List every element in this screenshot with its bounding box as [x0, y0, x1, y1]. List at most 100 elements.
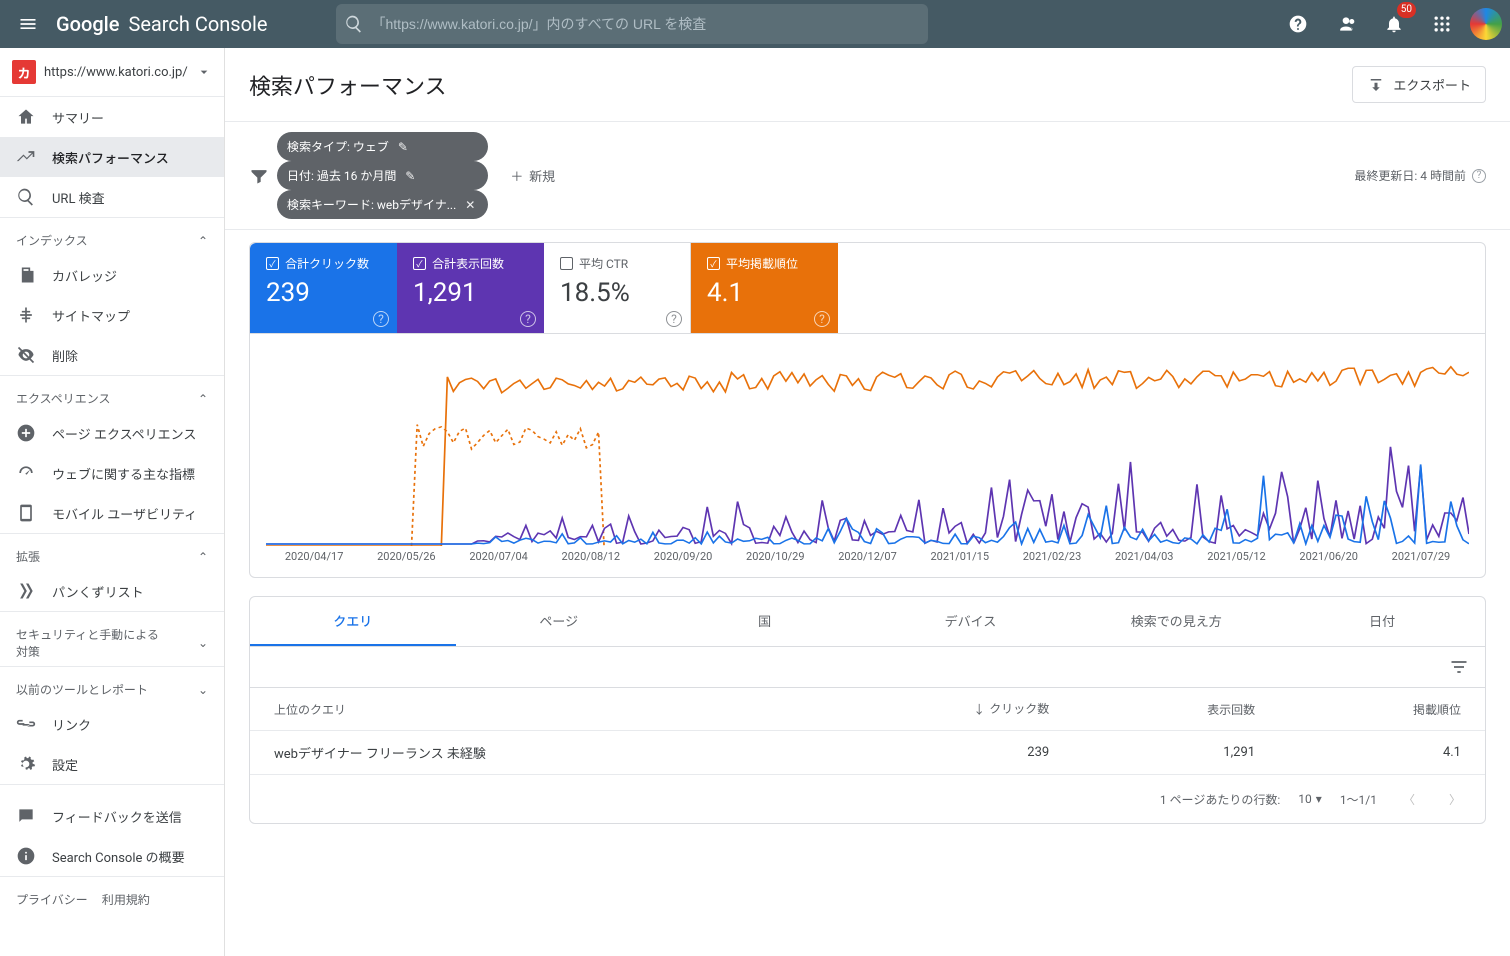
next-page-button[interactable]: 〉: [1441, 785, 1469, 813]
account-avatar[interactable]: [1470, 8, 1502, 40]
metric-checkbox[interactable]: [413, 257, 426, 270]
sidebar-item[interactable]: URL 検査: [0, 177, 224, 217]
export-label: エクスポート: [1393, 75, 1471, 94]
sidebar-item-label: 検索パフォーマンス: [52, 148, 169, 167]
url-inspect-searchbar[interactable]: [336, 4, 928, 44]
sidebar-item[interactable]: ページ エクスペリエンス: [0, 413, 224, 453]
sidebar-item-label: フィードバックを送信: [52, 807, 182, 826]
chip-label: 検索タイプ: ウェブ: [287, 138, 389, 155]
notif-badge: 50: [1397, 2, 1416, 18]
metric-card[interactable]: 平均掲載順位4.1?: [691, 243, 838, 333]
section-legacy[interactable]: 以前のツールとレポート⌄: [0, 666, 224, 704]
x-tick: 2020/04/17: [268, 550, 360, 563]
terms-link[interactable]: 利用規約: [102, 891, 150, 908]
col-clicks[interactable]: ↓クリック数: [807, 688, 1073, 731]
add-filter-button[interactable]: ＋新規: [502, 160, 563, 191]
help-icon[interactable]: ?: [1472, 169, 1486, 183]
sidebar-item-label: Search Console の概要: [52, 847, 185, 866]
close-icon[interactable]: ✕: [462, 197, 478, 213]
section-security[interactable]: セキュリティと手動による対策⌄: [0, 611, 224, 666]
section-index[interactable]: インデックス⌃: [0, 217, 224, 255]
filter-icon[interactable]: [249, 166, 269, 186]
performance-chart[interactable]: [266, 346, 1469, 546]
dimension-tabs: クエリページ国デバイス検索での見え方日付: [250, 597, 1485, 647]
sidebar-item[interactable]: 削除: [0, 335, 224, 375]
help-icon[interactable]: [1278, 4, 1318, 44]
plus-icon: ＋: [510, 166, 523, 185]
table-filter-icon[interactable]: [1449, 657, 1469, 677]
sidebar-item[interactable]: 検索パフォーマンス: [0, 137, 224, 177]
metric-checkbox[interactable]: [266, 257, 279, 270]
x-tick: 2021/04/03: [1098, 550, 1190, 563]
metric-checkbox[interactable]: [560, 257, 573, 270]
dimension-tab[interactable]: 日付: [1279, 597, 1485, 646]
info-icon: [16, 846, 36, 866]
hamburger-icon[interactable]: [8, 4, 48, 44]
filter-chip[interactable]: 検索キーワード: webデザイナ... ✕: [277, 190, 488, 219]
x-tick: 2021/05/12: [1190, 550, 1282, 563]
edit-icon[interactable]: ✎: [402, 168, 418, 184]
cell-clicks: 239: [807, 731, 1073, 775]
filter-chip[interactable]: 日付: 過去 16 か月間✎: [277, 161, 488, 190]
x-tick: 2021/01/15: [914, 550, 1006, 563]
url-inspect-input[interactable]: [364, 16, 920, 32]
privacy-link[interactable]: プライバシー: [16, 891, 88, 908]
property-url: https://www.katori.co.jp/: [44, 65, 188, 80]
sidebar-item[interactable]: リンク: [0, 704, 224, 744]
metric-card[interactable]: 平均 CTR18.5%?: [544, 243, 691, 333]
filter-chip[interactable]: 検索タイプ: ウェブ ✎: [277, 132, 488, 161]
help-icon[interactable]: ?: [373, 311, 389, 327]
dimension-tab[interactable]: クエリ: [250, 597, 456, 646]
help-icon[interactable]: ?: [814, 311, 830, 327]
sidebar-item[interactable]: ウェブに関する主な指標: [0, 453, 224, 493]
sidebar-item[interactable]: フィードバックを送信: [0, 796, 224, 836]
x-tick: 2020/05/26: [360, 550, 452, 563]
sidebar-item-label: 設定: [52, 755, 78, 774]
dimension-tab[interactable]: ページ: [456, 597, 662, 646]
sidebar-item[interactable]: カバレッジ: [0, 255, 224, 295]
section-experience[interactable]: エクスペリエンス⌃: [0, 375, 224, 413]
download-icon: [1367, 76, 1385, 94]
metric-checkbox[interactable]: [707, 257, 720, 270]
dimension-tab[interactable]: 検索での見え方: [1073, 597, 1279, 646]
col-query[interactable]: 上位のクエリ: [250, 688, 807, 731]
property-selector[interactable]: カ https://www.katori.co.jp/: [0, 48, 224, 97]
metric-card[interactable]: 合計表示回数1,291?: [397, 243, 544, 333]
app-header: Google Search Console 50: [0, 0, 1510, 48]
search-icon: [16, 187, 36, 207]
help-icon[interactable]: ?: [520, 311, 536, 327]
dimension-card: クエリページ国デバイス検索での見え方日付 上位のクエリ ↓クリック数 表示回数 …: [249, 596, 1486, 824]
section-security-label: セキュリティと手動による対策: [16, 626, 166, 660]
export-button[interactable]: エクスポート: [1352, 66, 1486, 103]
chip-label: 検索キーワード: webデザイナ...: [287, 196, 456, 213]
col-position[interactable]: 掲載順位: [1279, 688, 1485, 731]
prev-page-button[interactable]: 〈: [1395, 785, 1423, 813]
help-icon[interactable]: ?: [666, 311, 682, 327]
edit-icon[interactable]: ✎: [395, 139, 411, 155]
sidebar-item[interactable]: モバイル ユーザビリティ: [0, 493, 224, 533]
dimension-tab[interactable]: デバイス: [867, 597, 1073, 646]
sidebar-item[interactable]: Search Console の概要: [0, 836, 224, 876]
table-row[interactable]: webデザイナー フリーランス 未経験2391,2914.1: [250, 731, 1485, 775]
apps-grid-icon[interactable]: [1422, 4, 1462, 44]
queries-table: 上位のクエリ ↓クリック数 表示回数 掲載順位 webデザイナー フリーランス …: [250, 688, 1485, 775]
sidebar-item[interactable]: サマリー: [0, 97, 224, 137]
sidebar-item-label: ページ エクスペリエンス: [52, 424, 196, 443]
sidebar-item[interactable]: パンくずリスト: [0, 571, 224, 611]
rows-per-page-select[interactable]: 10▾: [1298, 792, 1322, 806]
metric-label: 合計表示回数: [432, 255, 504, 272]
page-title: 検索パフォーマンス: [249, 69, 447, 101]
people-icon[interactable]: [1326, 4, 1366, 44]
sidebar-item-label: サイトマップ: [52, 306, 130, 325]
chevron-up-icon: ⌃: [198, 550, 208, 564]
sidebar-item[interactable]: 設定: [0, 744, 224, 784]
cell-impressions: 1,291: [1073, 731, 1279, 775]
metric-card[interactable]: 合計クリック数239?: [250, 243, 397, 333]
x-tick: 2020/08/12: [545, 550, 637, 563]
sidebar-item[interactable]: サイトマップ: [0, 295, 224, 335]
section-extensions[interactable]: 拡張⌃: [0, 533, 224, 571]
col-impressions[interactable]: 表示回数: [1073, 688, 1279, 731]
dimension-tab[interactable]: 国: [662, 597, 868, 646]
notifications-icon[interactable]: 50: [1374, 4, 1414, 44]
gear-icon: [16, 754, 36, 774]
